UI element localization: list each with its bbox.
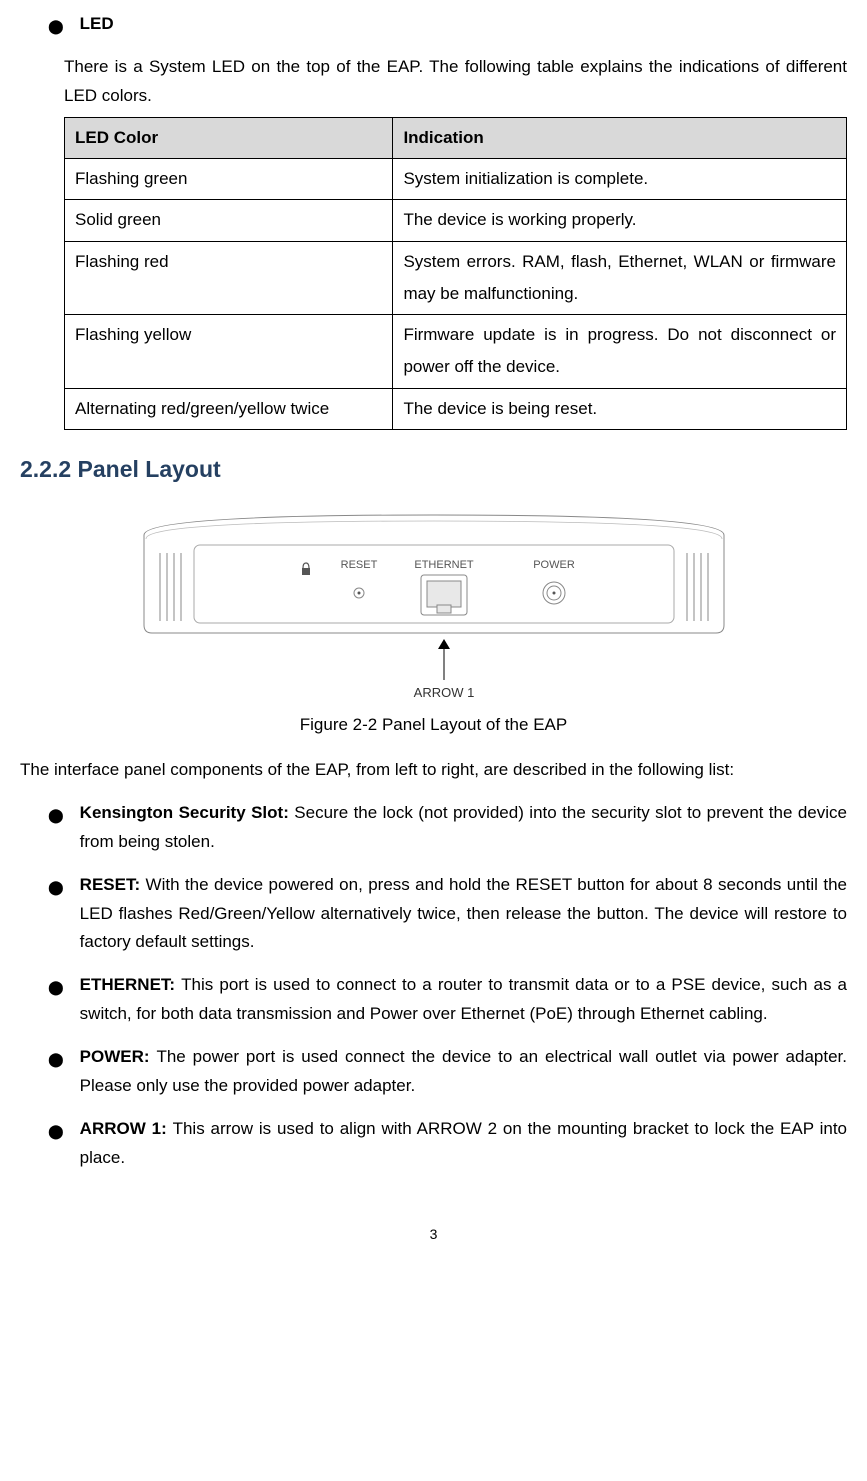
- th-color: LED Color: [65, 117, 393, 158]
- led-heading: LED: [80, 10, 114, 39]
- power-label: POWER: [533, 559, 575, 571]
- cell-indication: System errors. RAM, flash, Ethernet, WLA…: [393, 241, 847, 315]
- table-row: Flashing green System initialization is …: [65, 158, 847, 199]
- item-content: RESET: With the device powered on, press…: [80, 871, 847, 958]
- item-content: Kensington Security Slot: Secure the loc…: [80, 799, 847, 857]
- interface-intro: The interface panel components of the EA…: [20, 756, 847, 785]
- bullet-icon: ⬤: [48, 804, 64, 828]
- cell-color: Flashing yellow: [65, 315, 393, 389]
- table-row: Flashing red System errors. RAM, flash, …: [65, 241, 847, 315]
- th-indication: Indication: [393, 117, 847, 158]
- bullet-icon: ⬤: [48, 976, 64, 1000]
- arrow-label: ARROW 1: [413, 685, 474, 700]
- led-table: LED Color Indication Flashing green Syst…: [64, 117, 847, 430]
- bullet-icon: ⬤: [48, 1048, 64, 1072]
- item-title: ARROW 1:: [80, 1119, 173, 1138]
- item-title: Kensington Security Slot:: [80, 803, 295, 822]
- item-title: RESET:: [80, 875, 146, 894]
- panel-layout-illustration: RESET ETHERNET POWER ARROW 1: [124, 505, 744, 705]
- figure-caption: Figure 2-2 Panel Layout of the EAP: [20, 711, 847, 740]
- item-desc: The power port is used connect the devic…: [80, 1047, 847, 1095]
- item-title: ETHERNET:: [80, 975, 182, 994]
- section-title: Panel Layout: [78, 456, 221, 482]
- list-item: ⬤ Kensington Security Slot: Secure the l…: [20, 799, 847, 857]
- list-item: ⬤ ETHERNET: This port is used to connect…: [20, 971, 847, 1029]
- list-item: ⬤ RESET: With the device powered on, pre…: [20, 871, 847, 958]
- reset-label: RESET: [340, 559, 377, 571]
- item-desc: This port is used to connect to a router…: [80, 975, 847, 1023]
- cell-color: Alternating red/green/yellow twice: [65, 388, 393, 429]
- bullet-icon: ⬤: [48, 876, 64, 900]
- table-row: Flashing yellow Firmware update is in pr…: [65, 315, 847, 389]
- cell-indication: The device is being reset.: [393, 388, 847, 429]
- page-number: 3: [20, 1223, 847, 1247]
- figure-container: RESET ETHERNET POWER ARROW 1 Figure 2-2 …: [20, 505, 847, 740]
- led-heading-item: ⬤ LED: [20, 10, 847, 39]
- bullet-icon: ⬤: [48, 1120, 64, 1144]
- cell-indication: System initialization is complete.: [393, 158, 847, 199]
- cell-color: Flashing green: [65, 158, 393, 199]
- item-desc: This arrow is used to align with ARROW 2…: [80, 1119, 847, 1167]
- cell-indication: Firmware update is in progress. Do not d…: [393, 315, 847, 389]
- arrow-up-icon: [438, 639, 450, 649]
- item-content: POWER: The power port is used connect th…: [80, 1043, 847, 1101]
- cell-color: Solid green: [65, 200, 393, 241]
- section-number: 2.2.2: [20, 456, 71, 482]
- list-item: ⬤ POWER: The power port is used connect …: [20, 1043, 847, 1101]
- table-row: Solid green The device is working proper…: [65, 200, 847, 241]
- section-heading: 2.2.2 Panel Layout: [20, 450, 847, 489]
- list-item: ⬤ ARROW 1: This arrow is used to align w…: [20, 1115, 847, 1173]
- bullet-icon: ⬤: [48, 15, 64, 39]
- led-intro: There is a System LED on the top of the …: [20, 53, 847, 111]
- item-content: ARROW 1: This arrow is used to align wit…: [80, 1115, 847, 1173]
- item-desc: With the device powered on, press and ho…: [80, 875, 847, 952]
- cell-indication: The device is working properly.: [393, 200, 847, 241]
- cell-color: Flashing red: [65, 241, 393, 315]
- item-title: POWER:: [80, 1047, 157, 1066]
- item-content: ETHERNET: This port is used to connect t…: [80, 971, 847, 1029]
- table-row: Alternating red/green/yellow twice The d…: [65, 388, 847, 429]
- ethernet-label: ETHERNET: [414, 559, 474, 571]
